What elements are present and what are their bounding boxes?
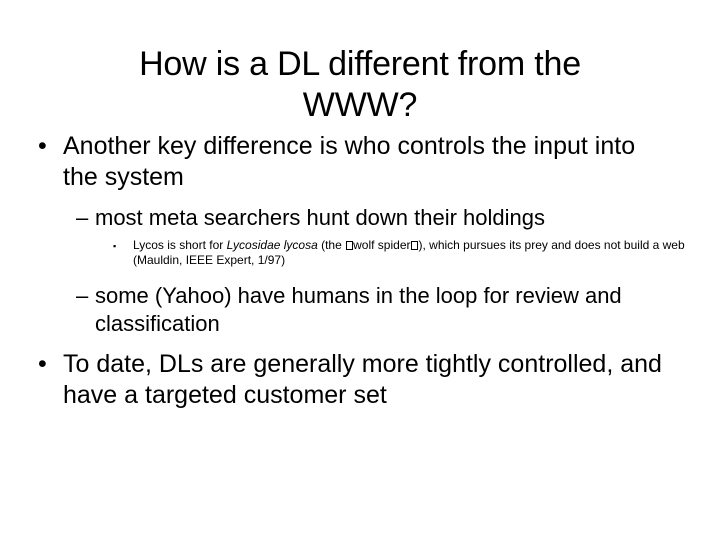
bullet-level2-text: some (Yahoo) have humans in the loop for…	[95, 283, 622, 336]
slide-title-line-1: How is a DL different from the	[139, 45, 581, 83]
footnote-part-1: Lycos is short for	[133, 238, 227, 252]
bullet-marker-dash-icon: –	[76, 205, 89, 230]
bullet-level1-text: Another key difference is who controls t…	[63, 132, 636, 191]
bullet-level1-item: • Another key difference is who controls…	[0, 131, 720, 193]
bullet-level1-item: • To date, DLs are generally more tightl…	[0, 349, 720, 411]
footnote-part-2: (the	[317, 238, 346, 252]
bullet-marker-dot-icon: •	[38, 132, 47, 160]
footnote-species-italic: Lycosidae lycosa	[226, 238, 318, 252]
presentation-slide: How is a DL different from the WWW? • An…	[0, 0, 720, 540]
bullet-level3-item: ▪ Lycos is short for Lycosidae lycosa (t…	[0, 238, 720, 268]
bullet-marker-square-icon: ▪	[113, 241, 117, 251]
slide-title: How is a DL different from the WWW?	[36, 44, 684, 126]
bullet-level2-text: most meta searchers hunt down their hold…	[95, 205, 546, 230]
footnote-part-3: wolf spider	[353, 238, 411, 252]
missing-glyph-box-icon	[345, 241, 353, 250]
bullet-level2-item: – most meta searchers hunt down their ho…	[0, 204, 720, 232]
bullet-level1-text: To date, DLs are generally more tightly …	[63, 350, 662, 409]
bullet-level3-text: Lycos is short for Lycosidae lycosa (the…	[133, 238, 685, 268]
bullet-marker-dash-icon: –	[76, 283, 89, 308]
bullet-marker-dot-icon: •	[38, 350, 47, 378]
missing-glyph-box-icon	[410, 241, 418, 250]
bullet-level2-item: – some (Yahoo) have humans in the loop f…	[0, 282, 720, 338]
slide-body: • Another key difference is who controls…	[0, 131, 720, 411]
slide-title-line-2: WWW?	[302, 86, 418, 124]
